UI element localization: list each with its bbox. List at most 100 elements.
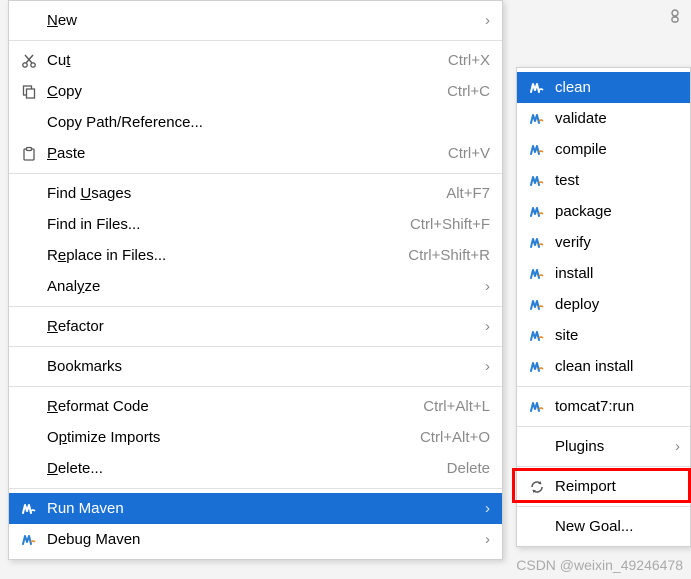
- menu-item-shortcut: Ctrl+C: [435, 83, 490, 100]
- menu-item-label: verify: [549, 234, 680, 251]
- chevron-right-icon: ›: [476, 318, 490, 335]
- menu-item-label: Delete...: [41, 460, 435, 477]
- menu-item-shortcut: Ctrl+Alt+O: [408, 429, 490, 446]
- menu-item-label: clean install: [549, 358, 680, 375]
- menu-item-label: validate: [549, 110, 680, 127]
- menu-item-shortcut: Ctrl+Alt+L: [411, 398, 490, 415]
- maven-icon: [525, 328, 549, 344]
- submenu-item-newgoal[interactable]: New Goal...: [517, 511, 690, 542]
- menu-item-label: Reformat Code: [41, 398, 411, 415]
- menu-item-label: compile: [549, 141, 680, 158]
- menu-item-label: Plugins: [549, 438, 666, 455]
- menu-item-findinfiles[interactable]: Find in Files...Ctrl+Shift+F: [9, 209, 502, 240]
- menu-item-label: Reimport: [549, 478, 680, 495]
- menu-item-debugmaven[interactable]: Debug Maven›: [9, 524, 502, 555]
- submenu-item-compile[interactable]: compile: [517, 134, 690, 165]
- menu-separator: [9, 346, 502, 347]
- submenu-item-install[interactable]: install: [517, 258, 690, 289]
- menu-item-runmaven[interactable]: Run Maven›: [9, 493, 502, 524]
- maven-icon: [525, 173, 549, 189]
- maven-icon: [525, 399, 549, 415]
- menu-item-delete[interactable]: Delete...Delete: [9, 453, 502, 484]
- menu-item-label: test: [549, 172, 680, 189]
- menu-item-label: Find Usages: [41, 185, 434, 202]
- menu-item-label: clean: [549, 79, 680, 96]
- maven-icon: [525, 111, 549, 127]
- menu-item-label: Find in Files...: [41, 216, 398, 233]
- submenu-item-verify[interactable]: verify: [517, 227, 690, 258]
- menu-item-reformat[interactable]: Reformat CodeCtrl+Alt+L: [9, 391, 502, 422]
- submenu-item-reimport[interactable]: Reimport: [517, 471, 690, 502]
- submenu-item-site[interactable]: site: [517, 320, 690, 351]
- menu-item-label: site: [549, 327, 680, 344]
- menu-item-label: Cut: [41, 52, 436, 69]
- menu-item-label: tomcat7:run: [549, 398, 680, 415]
- submenu-item-deploy[interactable]: deploy: [517, 289, 690, 320]
- menu-item-shortcut: Ctrl+Shift+R: [396, 247, 490, 264]
- menu-item-bookmarks[interactable]: Bookmarks›: [9, 351, 502, 382]
- chevron-right-icon: ›: [476, 500, 490, 517]
- submenu-item-package[interactable]: package: [517, 196, 690, 227]
- chevron-right-icon: ›: [476, 12, 490, 29]
- menu-item-optimize[interactable]: Optimize ImportsCtrl+Alt+O: [9, 422, 502, 453]
- menu-item-label: Copy Path/Reference...: [41, 114, 490, 131]
- chevron-right-icon: ›: [666, 438, 680, 455]
- maven-icon: [525, 235, 549, 251]
- menu-item-label: Debug Maven: [41, 531, 476, 548]
- menu-item-label: package: [549, 203, 680, 220]
- menu-item-cut[interactable]: CutCtrl+X: [9, 45, 502, 76]
- menu-item-analyze[interactable]: Analyze›: [9, 271, 502, 302]
- maven-icon: [17, 532, 41, 548]
- menu-item-copy[interactable]: CopyCtrl+C: [9, 76, 502, 107]
- menu-item-copypath[interactable]: Copy Path/Reference...: [9, 107, 502, 138]
- submenu-item-clean[interactable]: clean: [517, 72, 690, 103]
- maven-icon: [525, 142, 549, 158]
- menu-item-label: Optimize Imports: [41, 429, 408, 446]
- menu-separator: [517, 426, 690, 427]
- maven-icon: [525, 359, 549, 375]
- chevron-right-icon: ›: [476, 531, 490, 548]
- menu-item-new[interactable]: New›: [9, 5, 502, 36]
- menu-item-label: Analyze: [41, 278, 476, 295]
- toolbar-fragment: [667, 8, 687, 28]
- menu-item-label: install: [549, 265, 680, 282]
- menu-item-label: Run Maven: [41, 500, 476, 517]
- maven-submenu[interactable]: clean validate compile test package verify ins…: [516, 67, 691, 547]
- menu-separator: [9, 386, 502, 387]
- menu-item-shortcut: Ctrl+Shift+F: [398, 216, 490, 233]
- context-menu[interactable]: New›CutCtrl+XCopyCtrl+CCopy Path/Referen…: [8, 0, 503, 560]
- menu-item-shortcut: Delete: [435, 460, 490, 477]
- submenu-item-plugins[interactable]: Plugins›: [517, 431, 690, 462]
- menu-item-label: New Goal...: [549, 518, 680, 535]
- menu-item-shortcut: Ctrl+X: [436, 52, 490, 69]
- maven-icon: [525, 297, 549, 313]
- menu-item-label: Bookmarks: [41, 358, 476, 375]
- menu-item-replaceinfiles[interactable]: Replace in Files...Ctrl+Shift+R: [9, 240, 502, 271]
- menu-item-label: Paste: [41, 145, 436, 162]
- menu-item-refactor[interactable]: Refactor›: [9, 311, 502, 342]
- menu-item-label: Copy: [41, 83, 435, 100]
- menu-item-findusages[interactable]: Find UsagesAlt+F7: [9, 178, 502, 209]
- cut-icon: [17, 53, 41, 69]
- menu-separator: [9, 488, 502, 489]
- maven-icon: [525, 204, 549, 220]
- submenu-item-validate[interactable]: validate: [517, 103, 690, 134]
- menu-item-label: Refactor: [41, 318, 476, 335]
- maven-icon: [17, 501, 41, 517]
- watermark: CSDN @weixin_49246478: [516, 557, 683, 573]
- menu-item-label: deploy: [549, 296, 680, 313]
- menu-separator: [9, 40, 502, 41]
- maven-icon: [525, 80, 549, 96]
- submenu-item-test[interactable]: test: [517, 165, 690, 196]
- menu-item-shortcut: Alt+F7: [434, 185, 490, 202]
- chevron-right-icon: ›: [476, 358, 490, 375]
- menu-item-shortcut: Ctrl+V: [436, 145, 490, 162]
- maven-icon: [525, 266, 549, 282]
- submenu-item-tomcat7run[interactable]: tomcat7:run: [517, 391, 690, 422]
- menu-item-paste[interactable]: PasteCtrl+V: [9, 138, 502, 169]
- menu-item-label: New: [41, 12, 476, 29]
- menu-separator: [517, 386, 690, 387]
- menu-separator: [517, 506, 690, 507]
- submenu-item-cleaninstall[interactable]: clean install: [517, 351, 690, 382]
- refresh-icon: [525, 479, 549, 495]
